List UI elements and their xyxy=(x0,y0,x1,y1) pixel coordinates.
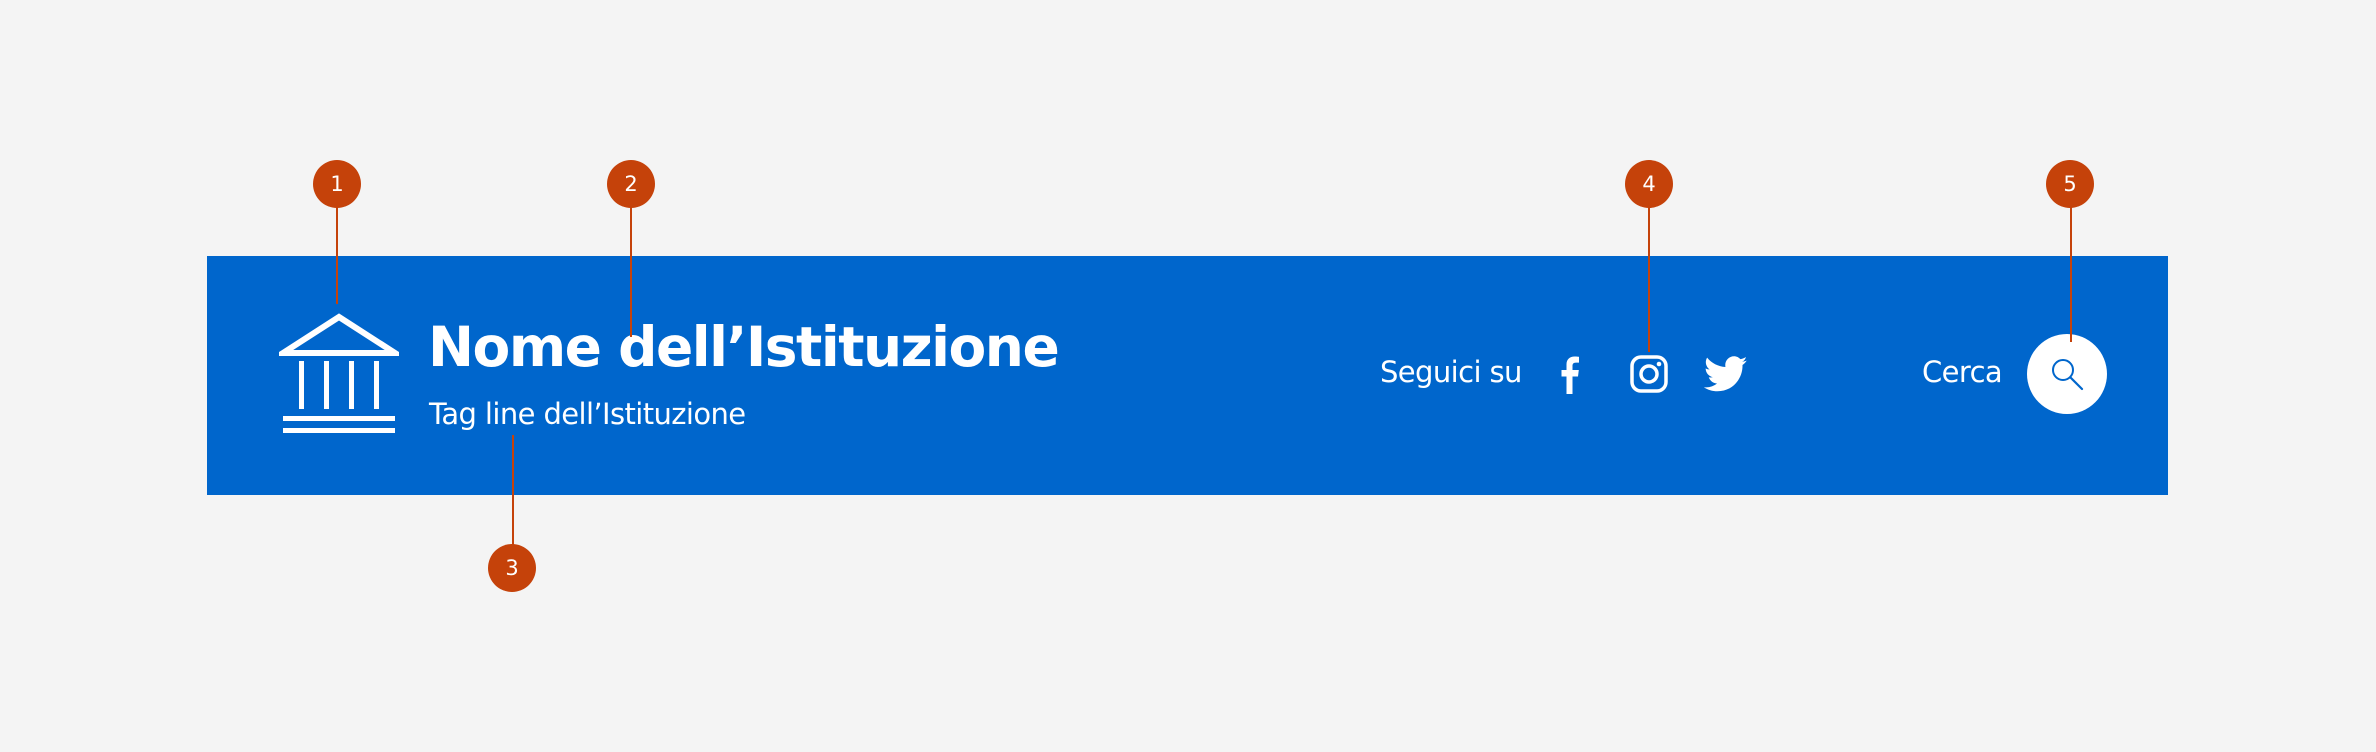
callout-marker-1: 1 xyxy=(313,160,361,208)
facebook-icon[interactable] xyxy=(1548,352,1592,396)
search-button[interactable] xyxy=(2027,334,2107,414)
callout-marker-3: 3 xyxy=(488,544,536,592)
callout-marker-5: 5 xyxy=(2046,160,2094,208)
social-follow-label: Seguici su xyxy=(1380,355,1522,389)
instagram-icon[interactable] xyxy=(1627,352,1671,396)
twitter-icon[interactable] xyxy=(1704,352,1748,396)
callout-line-4 xyxy=(1648,207,1650,352)
search-label: Cerca xyxy=(1922,355,2003,389)
institution-name[interactable]: Nome dell’Istituzione xyxy=(428,314,1060,380)
institution-tagline: Tag line dell’Istituzione xyxy=(429,397,746,431)
callout-line-3 xyxy=(512,435,514,545)
search-icon xyxy=(2052,359,2084,391)
header-bar: Nome dell’Istituzione Tag line dell’Isti… xyxy=(207,256,2168,495)
callout-marker-4: 4 xyxy=(1625,160,1673,208)
institution-building-icon[interactable] xyxy=(272,313,406,437)
callout-line-1 xyxy=(336,207,338,304)
callout-line-5 xyxy=(2070,207,2072,342)
callout-line-2 xyxy=(630,207,632,337)
callout-marker-2: 2 xyxy=(607,160,655,208)
